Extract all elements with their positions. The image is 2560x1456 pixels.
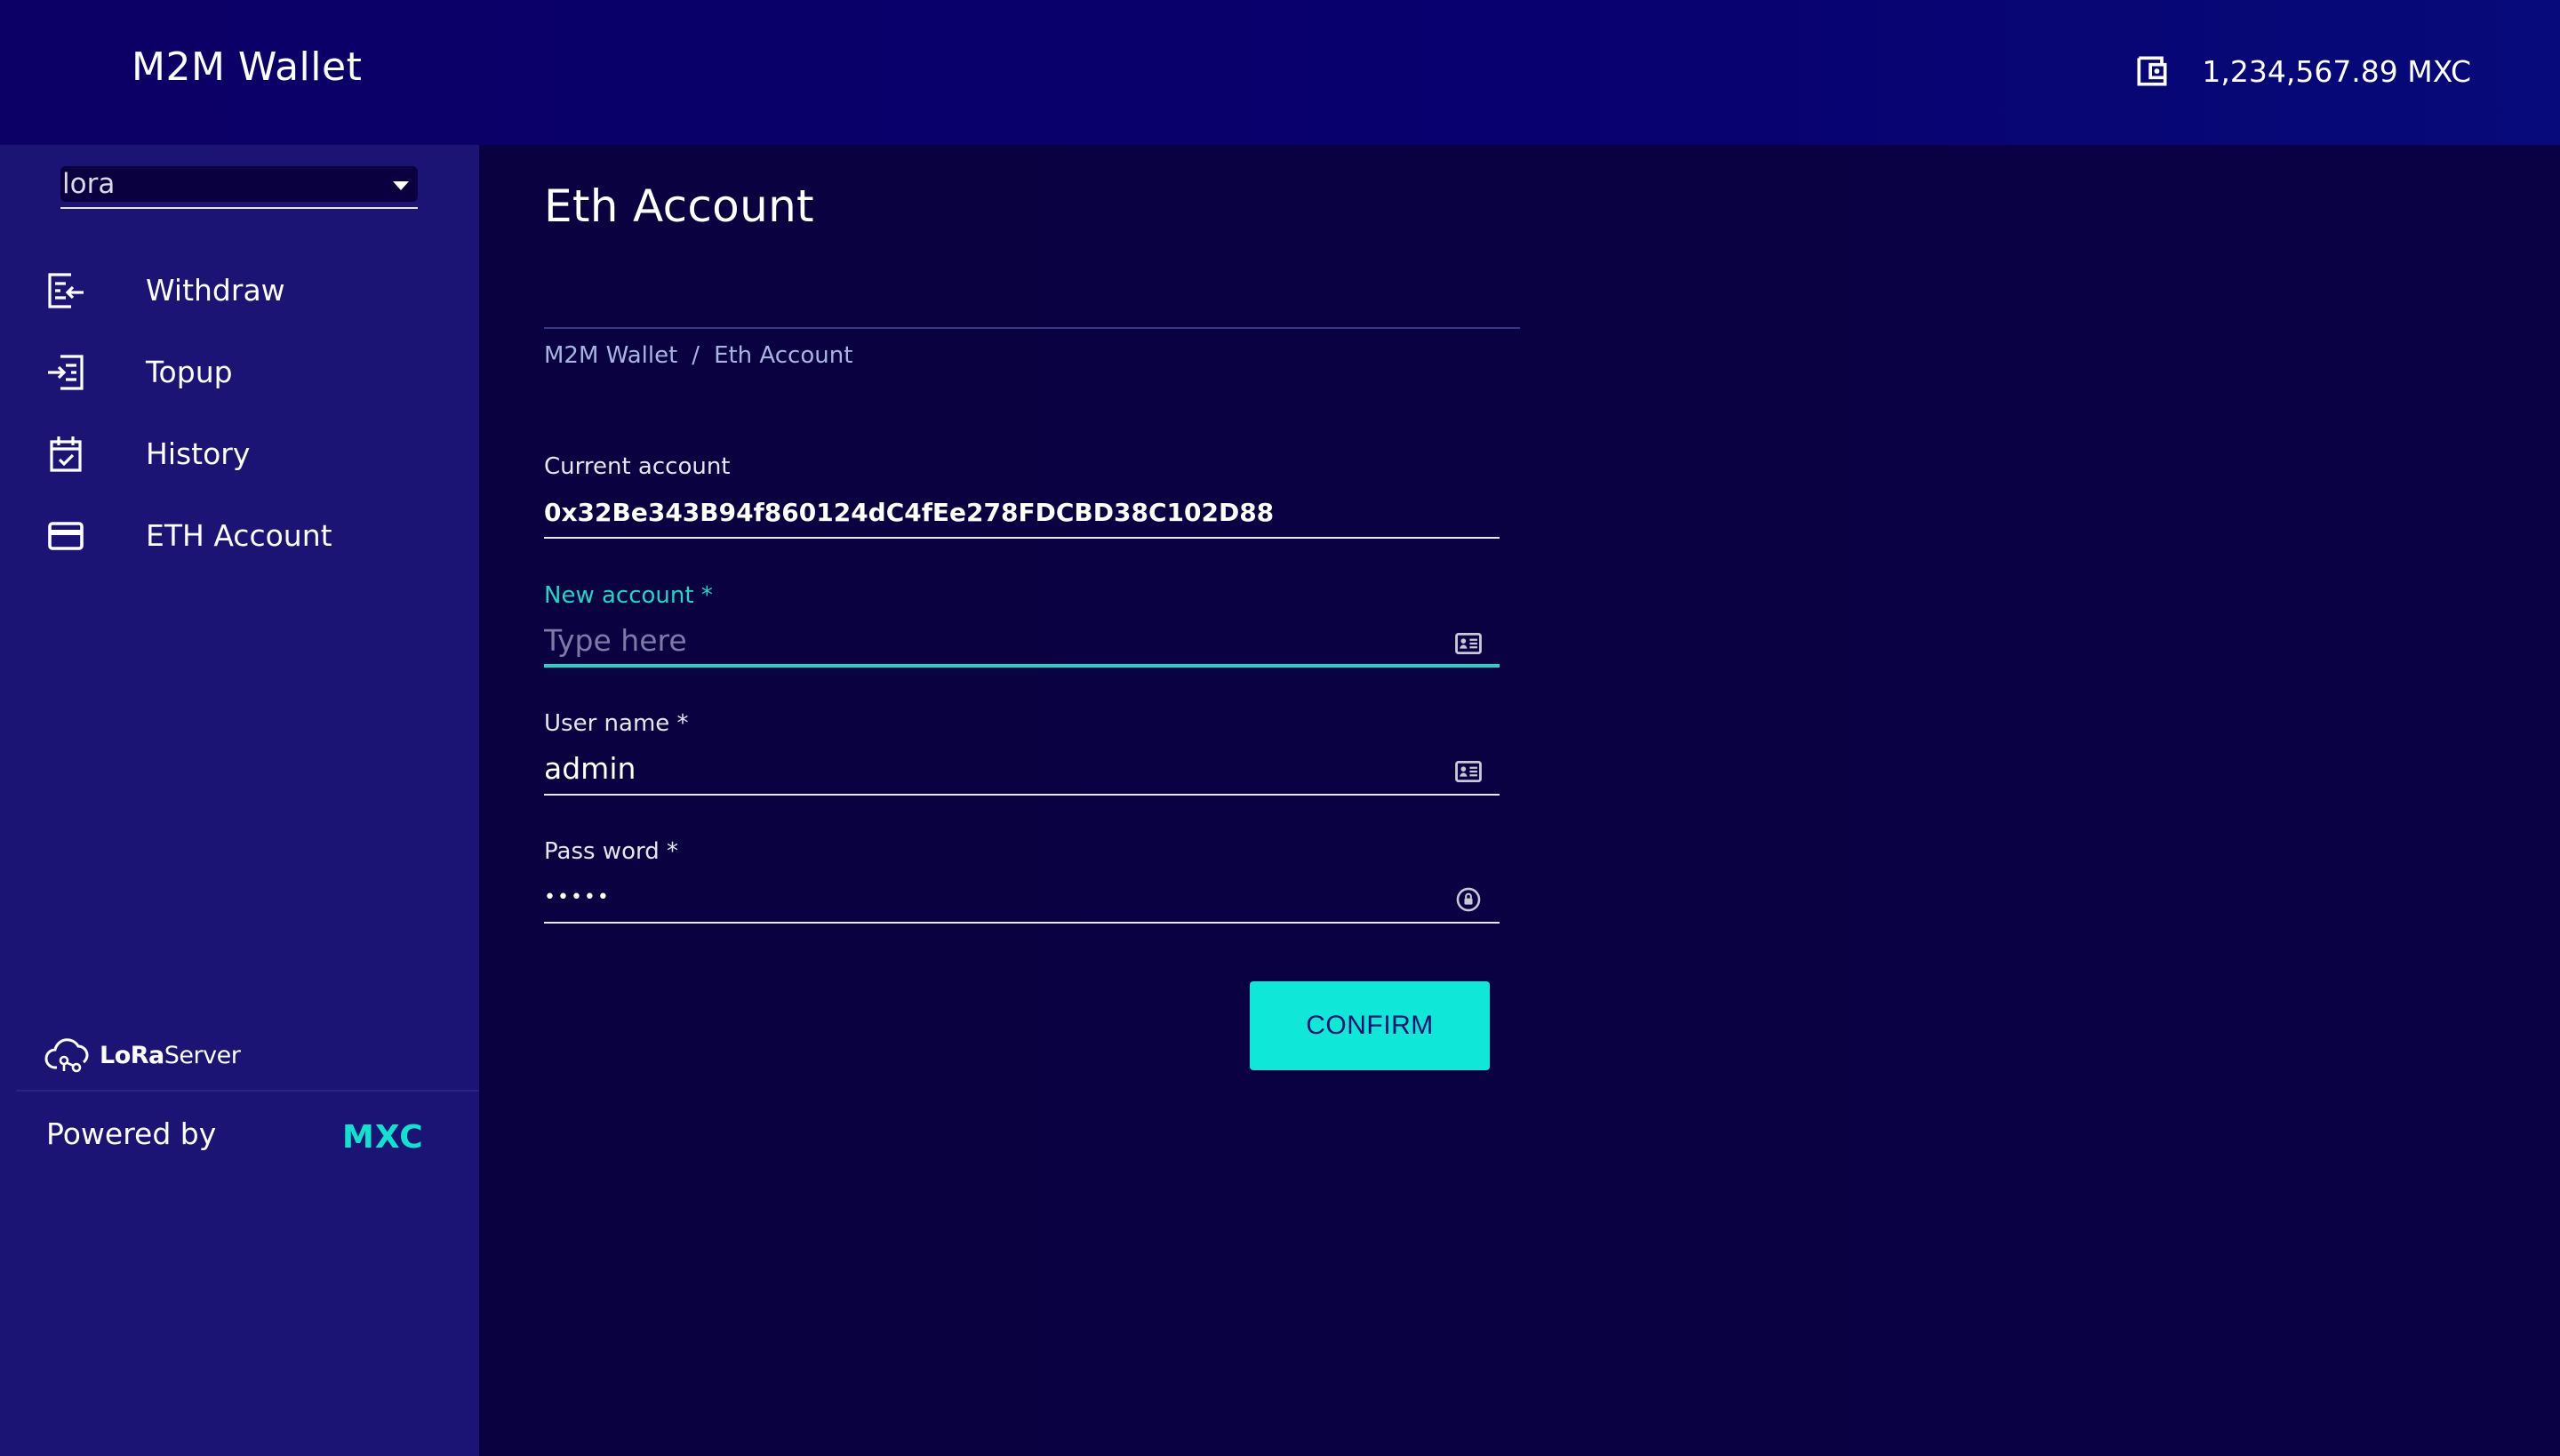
current-account-value: 0x32Be343B94f860124dC4fEe278FDCBD38C102D… — [544, 498, 1275, 527]
sidebar-item-label: Topup — [146, 355, 233, 389]
organization-select-value: lora — [62, 168, 116, 200]
sidebar-item-history[interactable]: History — [0, 413, 479, 495]
calendar-check-icon — [50, 436, 82, 472]
sidebar-item-withdraw[interactable]: Withdraw — [0, 250, 479, 332]
balance-amount: 1,234,567.89 MXC — [2202, 53, 2471, 89]
current-account-row: 0x32Be343B94f860124dC4fEe278FDCBD38C102D… — [544, 489, 1500, 539]
sidebar-item-label: Withdraw — [146, 273, 285, 308]
breadcrumb-root[interactable]: M2M Wallet — [544, 342, 677, 369]
username-input[interactable]: admin — [544, 746, 1500, 796]
username-field: User name * admin — [544, 710, 1500, 796]
username-value: admin — [544, 751, 636, 786]
new-account-field: New account * Type here — [544, 582, 1500, 668]
wallet-icon — [2137, 56, 2167, 86]
title-divider — [544, 327, 1520, 329]
sidebar: lora Withdraw Topup History ETH Account … — [0, 145, 479, 1456]
sidebar-item-label: History — [146, 436, 251, 471]
sidebar-nav: Withdraw Topup History ETH Account — [0, 250, 479, 577]
password-value: ••••• — [544, 886, 611, 908]
sidebar-item-label: ETH Account — [146, 518, 332, 553]
top-app-bar: M2M Wallet 1,234,567.89 MXC — [0, 0, 2560, 145]
withdraw-icon — [48, 273, 84, 308]
app-title: M2M Wallet — [132, 44, 363, 90]
confirm-button[interactable]: CONFIRM — [1250, 981, 1490, 1070]
mxc-logo: MXC — [342, 1119, 424, 1156]
password-input[interactable]: ••••• — [544, 874, 1500, 924]
current-account-label: Current account — [544, 453, 731, 480]
lock-icon — [1456, 887, 1481, 912]
current-account-field: Current account 0x32Be343B94f860124dC4fE… — [544, 453, 1500, 539]
loraserver-wordmark: LoRaServer — [100, 1041, 241, 1069]
sidebar-item-topup[interactable]: Topup — [0, 332, 479, 413]
page-title: Eth Account — [544, 180, 814, 232]
sidebar-item-eth-account[interactable]: ETH Account — [0, 495, 479, 577]
password-label: Pass word * — [544, 838, 678, 865]
password-field: Pass word * ••••• — [544, 838, 1500, 924]
cloud-network-icon — [44, 1038, 89, 1073]
sidebar-divider — [16, 1090, 479, 1092]
id-card-icon — [1455, 632, 1482, 655]
id-card-icon — [1455, 760, 1482, 783]
loraserver-logo: LoRaServer — [44, 1034, 241, 1076]
new-account-placeholder: Type here — [544, 623, 687, 658]
powered-by-label: Powered by — [46, 1116, 217, 1151]
breadcrumb: M2M Wallet / Eth Account — [544, 342, 852, 369]
organization-select[interactable]: lora — [60, 164, 418, 209]
username-label: User name * — [544, 710, 689, 737]
breadcrumb-separator: / — [692, 342, 700, 369]
organization-select-box[interactable]: lora — [60, 166, 418, 202]
breadcrumb-current: Eth Account — [714, 342, 853, 369]
main-content: Eth Account M2M Wallet / Eth Account Cur… — [479, 145, 2560, 1456]
wallet-balance: 1,234,567.89 MXC — [2132, 52, 2471, 91]
new-account-label: New account * — [544, 582, 713, 609]
new-account-input[interactable]: Type here — [544, 618, 1500, 668]
credit-card-icon — [48, 522, 84, 550]
topup-icon — [48, 355, 84, 390]
chevron-down-icon[interactable] — [393, 181, 409, 190]
